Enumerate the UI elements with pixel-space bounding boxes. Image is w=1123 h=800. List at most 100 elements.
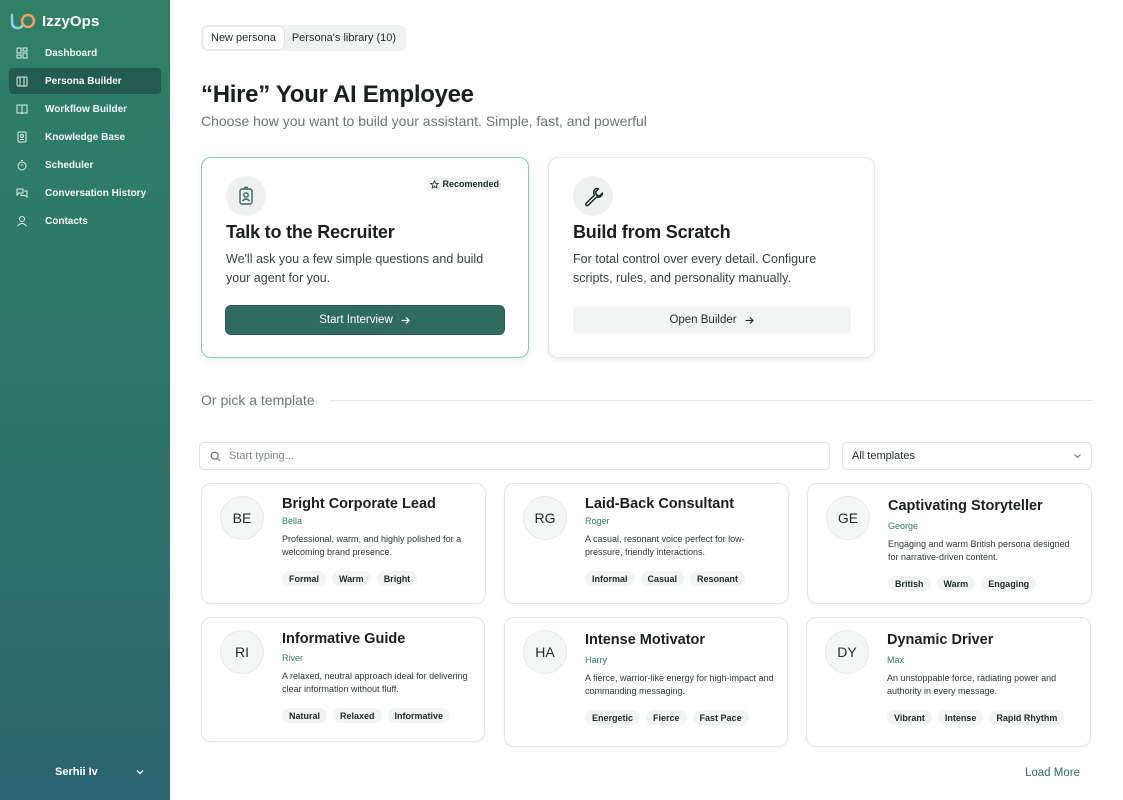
- user-menu[interactable]: Serhii Iv: [55, 764, 145, 780]
- sidebar-item-label: Persona Builder: [45, 75, 122, 87]
- template-filter-select[interactable]: All templates: [842, 442, 1092, 470]
- template-description: A relaxed, neutral approach ideal for de…: [282, 671, 468, 694]
- sidebar-nav: Dashboard Persona Builder Workflow Build…: [9, 40, 161, 236]
- page-title: “Hire” Your AI Employee: [201, 81, 474, 108]
- template-tags: Informal Casual Resonant: [585, 571, 746, 586]
- start-interview-button[interactable]: Start Interview: [226, 306, 504, 334]
- sidebar-item-scheduler[interactable]: Scheduler: [9, 152, 161, 178]
- tag: Resonant: [690, 571, 746, 586]
- sidebar-item-knowledge-base[interactable]: Knowledge Base: [9, 124, 161, 150]
- tag: Natural: [282, 708, 328, 723]
- template-voice: River: [282, 653, 304, 663]
- star-icon: [430, 179, 440, 189]
- tag: Energetic: [585, 710, 641, 725]
- tab-persona-library[interactable]: Persona's library (10): [284, 27, 404, 49]
- template-voice: Harry: [585, 655, 607, 665]
- template-description: A fierce, warrior-like energy for high-i…: [585, 673, 774, 696]
- template-name: Captivating Storyteller: [888, 498, 1043, 514]
- sidebar-item-workflow-builder[interactable]: Workflow Builder: [9, 96, 161, 122]
- template-tags: British Warm Engaging: [888, 576, 1037, 591]
- sidebar-item-conversation-history[interactable]: Conversation History: [9, 180, 161, 206]
- wrench-icon-wrap: [573, 176, 613, 216]
- tag: Informal: [585, 571, 635, 586]
- arrow-right-icon: [401, 316, 410, 324]
- badge-id-icon-wrap: [226, 176, 266, 216]
- template-voice: Roger: [585, 516, 610, 526]
- template-search[interactable]: [199, 442, 830, 470]
- template-name: Dynamic Driver: [887, 632, 994, 648]
- template-section-label: Or pick a template: [201, 392, 315, 408]
- select-value: All templates: [852, 450, 915, 462]
- book-icon: [16, 104, 28, 115]
- badge-label: Recomended: [442, 179, 499, 189]
- tag: Casual: [640, 571, 685, 586]
- tag: Engaging: [981, 576, 1037, 591]
- page-subtitle: Choose how you want to build your assist…: [201, 113, 647, 129]
- template-tags: Natural Relaxed Informative: [282, 708, 451, 723]
- chat-icon: [16, 188, 28, 198]
- app-name: IzzyOps: [42, 12, 100, 30]
- template-voice: George: [888, 521, 919, 531]
- recruiter-card-title: Talk to the Recruiter: [226, 222, 395, 242]
- tag: Bright: [376, 571, 418, 586]
- recommended-badge: Recomended: [426, 177, 503, 191]
- search-input[interactable]: [229, 450, 809, 462]
- izzyops-logo-icon: [10, 13, 36, 30]
- recruiter-card-description: We'll ask you a few simple questions and…: [226, 252, 484, 285]
- tag: Warm: [936, 576, 976, 591]
- persona-icon: [16, 76, 28, 87]
- template-tags: Vibrant Intense Rapid Rhythm: [887, 710, 1065, 725]
- avatar: RG: [523, 496, 567, 540]
- sidebar-item-contacts[interactable]: Contacts: [9, 208, 161, 234]
- user-name: Serhii Iv: [55, 766, 98, 778]
- template-name: Bright Corporate Lead: [282, 496, 436, 512]
- template-card[interactable]: RG Laid-Back Consultant Roger A casual, …: [504, 483, 789, 604]
- sidebar-item-dashboard[interactable]: Dashboard: [9, 40, 161, 66]
- sidebar: IzzyOps Dashboard Persona Builder Workfl…: [0, 0, 170, 800]
- sidebar-item-label: Knowledge Base: [45, 131, 126, 143]
- tag: Formal: [282, 571, 327, 586]
- tag: British: [888, 576, 931, 591]
- template-voice: Max: [887, 655, 905, 665]
- knowledge-icon: [17, 131, 27, 143]
- sidebar-item-label: Conversation History: [45, 187, 147, 199]
- scratch-card-description: For total control over every detail. Con…: [573, 252, 817, 285]
- recruiter-card: Recomended Talk to the Recruiter We'll a…: [201, 157, 529, 358]
- template-tags: Formal Warm Bright: [282, 571, 418, 586]
- tag: Warm: [332, 571, 371, 586]
- template-voice: Bella: [282, 516, 303, 526]
- button-label: Open Builder: [669, 314, 737, 326]
- template-description: Engaging and warm British persona design…: [888, 539, 1070, 562]
- search-icon: [210, 451, 221, 461]
- template-card[interactable]: RI Informative Guide River A relaxed, ne…: [201, 617, 485, 742]
- template-name: Laid-Back Consultant: [585, 496, 735, 512]
- sidebar-item-persona-builder[interactable]: Persona Builder: [9, 68, 161, 94]
- template-card[interactable]: BE Bright Corporate Lead Bella Professio…: [201, 483, 486, 604]
- section-divider: [330, 400, 1092, 401]
- id-badge-icon: [239, 186, 253, 205]
- sidebar-item-label: Scheduler: [45, 159, 94, 171]
- wrench-icon: [585, 187, 604, 207]
- template-description: Professional, warm, and highly polished …: [282, 534, 462, 557]
- open-builder-button[interactable]: Open Builder: [573, 306, 851, 334]
- chevron-down-icon: [1074, 454, 1081, 459]
- tag: Intense: [937, 710, 984, 725]
- persona-tabs: New persona Persona's library (10): [201, 25, 407, 51]
- button-label: Start Interview: [319, 314, 393, 326]
- logo[interactable]: IzzyOps: [10, 10, 99, 32]
- tag: Fast Pace: [692, 710, 749, 725]
- chevron-down-icon: [136, 770, 144, 775]
- template-description: A casual, resonant voice perfect for low…: [585, 534, 745, 557]
- tag: Vibrant: [887, 710, 932, 725]
- avatar: RI: [220, 630, 264, 674]
- tab-new-persona[interactable]: New persona: [203, 27, 284, 49]
- build-from-scratch-card: Build from Scratch For total control ove…: [548, 157, 875, 358]
- avatar: HA: [523, 630, 567, 674]
- template-card[interactable]: GE Captivating Storyteller George Engagi…: [807, 483, 1092, 604]
- template-card[interactable]: HA Intense Motivator Harry A fierce, war…: [504, 617, 788, 747]
- template-card[interactable]: DY Dynamic Driver Max An unstoppable for…: [806, 617, 1091, 747]
- sidebar-item-label: Contacts: [45, 215, 88, 227]
- avatar: GE: [826, 496, 870, 540]
- arrow-right-icon: [745, 316, 754, 324]
- load-more-link[interactable]: Load More: [1025, 767, 1080, 779]
